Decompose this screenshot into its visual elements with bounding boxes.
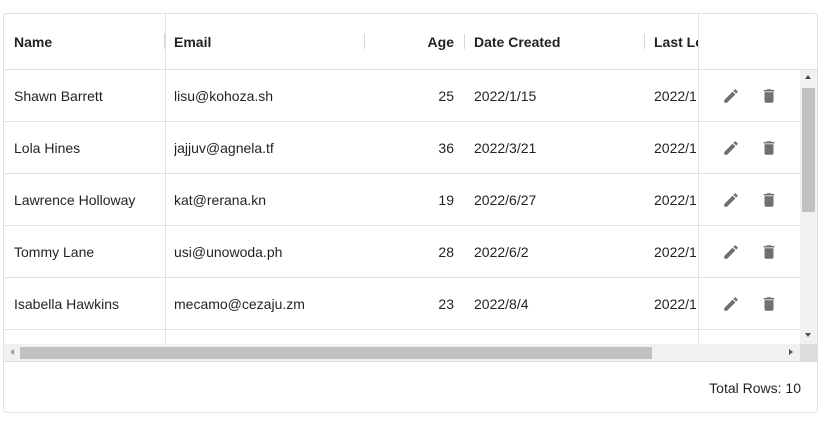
table-row[interactable]: Lawrence Holloway kat@rerana.kn 19 2022/… [4, 174, 800, 226]
grid-footer: Total Rows: 10 [4, 361, 817, 412]
edit-button[interactable] [718, 239, 744, 265]
vertical-scrollbar[interactable] [800, 70, 817, 344]
table-row[interactable]: Shawn Barrett lisu@kohoza.sh 25 2022/1/1… [4, 70, 800, 122]
vertical-scroll-thumb[interactable] [802, 88, 815, 212]
pencil-icon [724, 296, 738, 311]
column-header-age[interactable]: Age [372, 14, 454, 69]
column-separator[interactable] [464, 34, 465, 49]
pinned-column-divider [165, 14, 166, 69]
cell-email: usi@unowoda.ph [174, 243, 283, 260]
scrollbar-corner [800, 344, 817, 361]
edit-button[interactable] [718, 291, 744, 317]
cell-age: 36 [438, 139, 454, 156]
row-actions [718, 122, 782, 173]
cell-last-login: 2022/1 [654, 243, 697, 260]
pencil-icon [724, 140, 738, 155]
cell-email: jajjuv@agnela.tf [174, 139, 274, 156]
pencil-icon [724, 244, 738, 259]
edit-button[interactable] [718, 187, 744, 213]
trash-icon [763, 192, 775, 207]
pencil-icon [724, 192, 738, 207]
edit-button[interactable] [718, 83, 744, 109]
delete-button[interactable] [756, 291, 782, 317]
pinned-column-divider [165, 70, 166, 344]
column-header-email[interactable]: Email [174, 14, 364, 69]
pencil-icon [724, 88, 738, 103]
horizontal-scrollbar[interactable] [4, 344, 800, 361]
cell-age: 25 [438, 87, 454, 104]
cell-date-created: 2022/8/4 [474, 295, 529, 312]
cell-age: 19 [438, 191, 454, 208]
cell-age: 23 [438, 295, 454, 312]
trash-icon [763, 244, 775, 259]
trash-icon [763, 296, 775, 311]
scroll-right-arrow-icon[interactable] [789, 349, 793, 355]
cell-email: lisu@kohoza.sh [174, 87, 274, 104]
column-header-name[interactable]: Name [14, 14, 164, 69]
row-actions [718, 226, 782, 277]
column-header-date-created[interactable]: Date Created [474, 14, 644, 69]
cell-date-created: 2022/1/15 [474, 87, 537, 104]
edit-button[interactable] [718, 135, 744, 161]
total-rows-label: Total Rows: 10 [709, 379, 801, 396]
cell-email: kat@rerana.kn [174, 191, 267, 208]
cell-date-created: 2022/3/21 [474, 139, 537, 156]
delete-button[interactable] [756, 239, 782, 265]
delete-button[interactable] [756, 135, 782, 161]
cell-last-login: 2022/1 [654, 295, 697, 312]
cell-age: 28 [438, 243, 454, 260]
table-row[interactable]: Tommy Lane usi@unowoda.ph 28 2022/6/2 20… [4, 226, 800, 278]
pinned-actions-divider [698, 70, 699, 344]
table-row[interactable]: Isabella Hawkins mecamo@cezaju.zm 23 202… [4, 278, 800, 330]
scroll-down-arrow-icon[interactable] [805, 333, 811, 337]
row-actions [718, 70, 782, 121]
delete-button[interactable] [756, 83, 782, 109]
cell-last-login: 2022/1 [654, 191, 697, 208]
cell-last-login: 2022/1 [654, 87, 697, 104]
cell-name: Lawrence Holloway [14, 191, 136, 208]
cell-name: Isabella Hawkins [14, 295, 120, 312]
cell-last-login: 2022/1 [654, 139, 697, 156]
grid-header: Name Email Age Date Created Last Login [4, 14, 817, 70]
trash-icon [763, 140, 775, 155]
cell-date-created: 2022/6/2 [474, 243, 529, 260]
column-separator[interactable] [644, 34, 645, 49]
row-actions [718, 174, 782, 225]
cell-name: Shawn Barrett [14, 87, 103, 104]
pinned-actions-divider [698, 14, 699, 69]
cell-name: Tommy Lane [14, 243, 95, 260]
trash-icon [763, 88, 775, 103]
horizontal-scroll-thumb[interactable] [20, 347, 652, 359]
cell-email: mecamo@cezaju.zm [174, 295, 305, 312]
cell-name: Lola Hines [14, 139, 81, 156]
scroll-up-arrow-icon[interactable] [805, 75, 811, 79]
table-row[interactable]: Lola Hines jajjuv@agnela.tf 36 2022/3/21… [4, 122, 800, 174]
delete-button[interactable] [756, 187, 782, 213]
column-header-last-login[interactable]: Last Login [654, 14, 698, 69]
row-actions [718, 278, 782, 329]
scroll-left-arrow-icon[interactable] [10, 349, 14, 355]
data-grid: Name Email Age Date Created Last Login S… [3, 13, 818, 413]
grid-body: Shawn Barrett lisu@kohoza.sh 25 2022/1/1… [4, 70, 817, 361]
cell-date-created: 2022/6/27 [474, 191, 537, 208]
column-separator[interactable] [364, 34, 365, 49]
